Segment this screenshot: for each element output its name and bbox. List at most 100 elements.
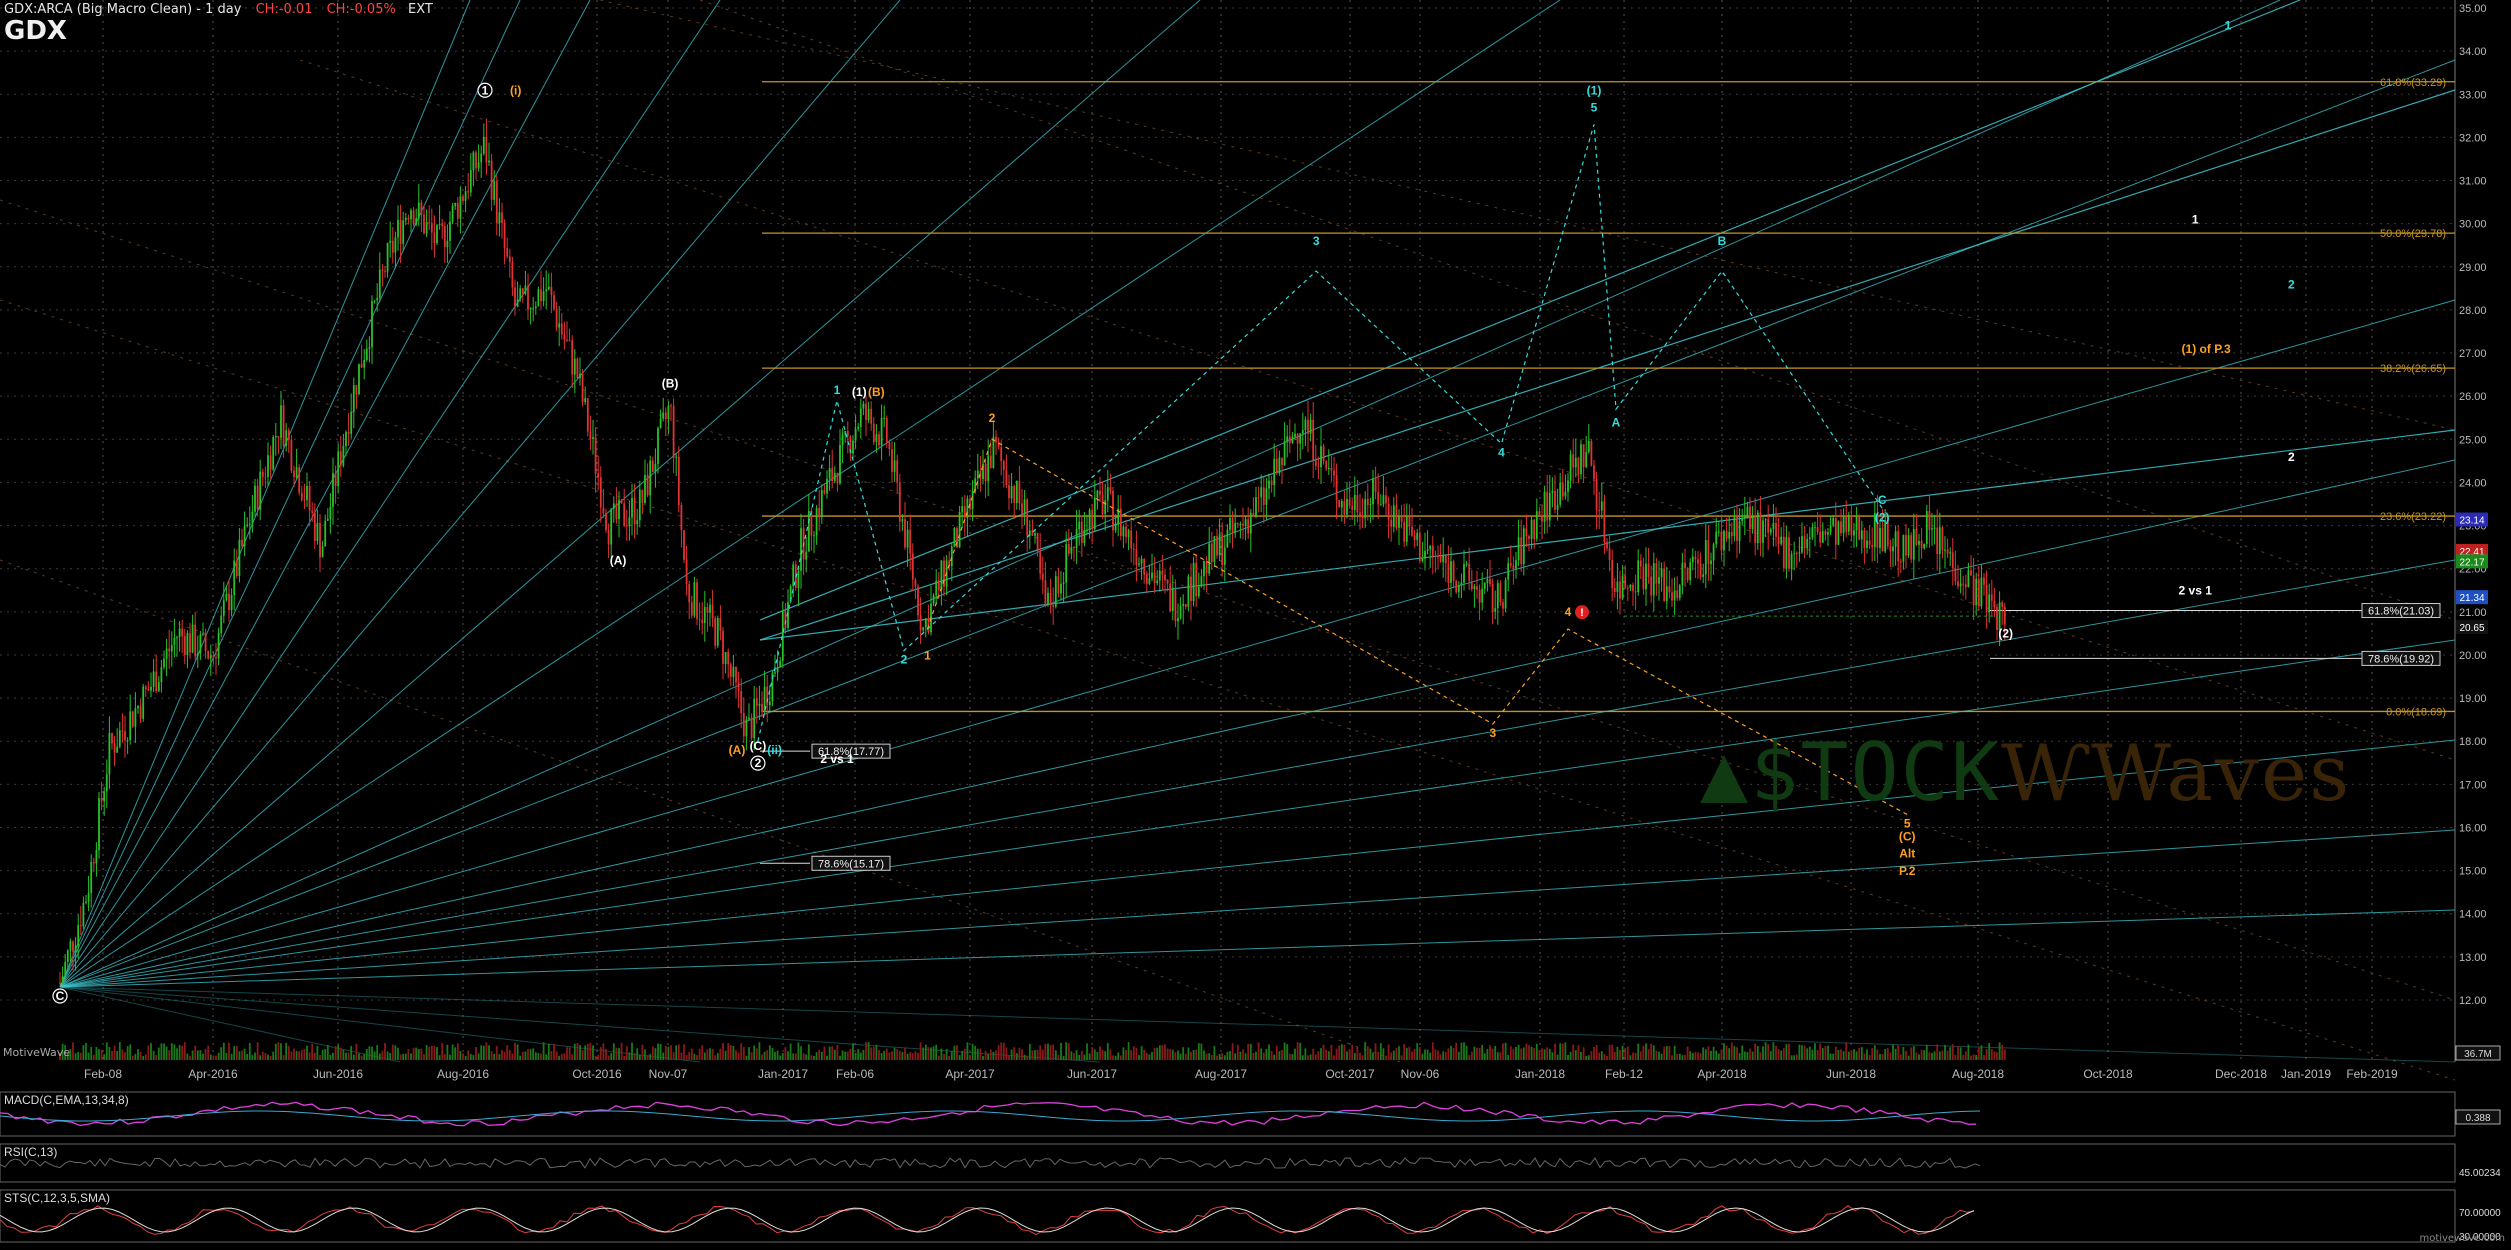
volume-bar [1741, 1045, 1744, 1060]
candle-body [1624, 576, 1627, 588]
volume-bar [1538, 1049, 1541, 1060]
candle-body [1543, 491, 1546, 522]
volume-bar [612, 1043, 615, 1060]
candle-body [1307, 419, 1309, 434]
candle-body [287, 430, 290, 440]
volume-bar [1985, 1049, 1988, 1060]
candle-body [298, 467, 301, 493]
candle-body [852, 440, 854, 454]
volume-bar [1543, 1049, 1546, 1060]
candle-body [501, 212, 503, 223]
volume-bar [1268, 1044, 1270, 1060]
candle-body [1439, 556, 1442, 563]
wave-label: (C) [750, 739, 767, 753]
y-tick-label: 28.00 [2459, 305, 2487, 317]
candle-body [1928, 511, 1931, 530]
volume-bar [1647, 1049, 1650, 1060]
volume-bar [259, 1055, 262, 1060]
price-chart[interactable]: Feb-08 Apr-2016 Jun-2016 Aug-2016 Oct-2016 No… [0, 0, 2511, 1246]
candle-body [1738, 521, 1741, 542]
candle-body [168, 648, 171, 652]
candle-body [865, 403, 867, 421]
chart-stage[interactable]: Feb-08 Apr-2016 Jun-2016 Aug-2016 Oct-2016 No… [0, 0, 2511, 1246]
volume-bar [1582, 1047, 1585, 1060]
volume-bar [207, 1045, 210, 1060]
volume-bar [1374, 1043, 1377, 1060]
volume-bar [755, 1048, 758, 1060]
volume-bar [997, 1045, 1000, 1060]
volume-bar [1145, 1052, 1148, 1060]
candle-body [1478, 589, 1481, 603]
volume-bar [350, 1045, 353, 1060]
candle-body [420, 202, 423, 215]
candle-body [1039, 551, 1042, 574]
candle-body [1483, 582, 1486, 589]
volume-bar [685, 1055, 688, 1060]
y-tick-label: 15.00 [2459, 866, 2487, 878]
candle-body [995, 436, 997, 443]
candle-body [1855, 515, 1858, 531]
candle-body [1530, 519, 1533, 539]
x-tick-label: Jun-2018 [1826, 1067, 1876, 1081]
candle-body [469, 170, 472, 193]
volume-bar [1912, 1046, 1915, 1060]
volume-bar [1008, 1055, 1010, 1060]
candle-body [1699, 563, 1702, 577]
candle-body [677, 456, 680, 506]
candle-body [898, 482, 901, 522]
volume-bar [1065, 1042, 1068, 1060]
candle-body [1047, 592, 1049, 605]
volume-bar [1962, 1054, 1965, 1060]
candle-body [1255, 497, 1257, 516]
candle-body [1148, 578, 1151, 584]
volume-bar [852, 1043, 854, 1060]
volume-bar [1039, 1045, 1042, 1060]
volume-bar [657, 1043, 659, 1060]
candle-body [1993, 600, 1996, 608]
volume-bar [724, 1050, 727, 1060]
candle-body [1863, 530, 1866, 548]
volume-bar [501, 1050, 503, 1060]
candle-body [433, 232, 436, 244]
volume-bar [1788, 1043, 1790, 1060]
volume-bar [711, 1048, 714, 1060]
wave-label: (A) [610, 553, 627, 567]
candle-body [932, 595, 935, 604]
candle-body [841, 434, 844, 446]
volume-bar [891, 1051, 893, 1060]
candle-body [1619, 581, 1621, 599]
x-tick-label: Oct-2018 [2083, 1067, 2133, 1081]
volume-bar [1769, 1051, 1772, 1060]
candle-body [1959, 583, 1962, 587]
volume-bar [1385, 1055, 1387, 1060]
candle-body [303, 499, 306, 501]
candle-body [922, 627, 925, 631]
volume-bar [300, 1050, 303, 1060]
volume-bar [1785, 1044, 1788, 1060]
volume-bar [2003, 1049, 2006, 1060]
candle-body [732, 666, 735, 677]
volume-bar [389, 1053, 392, 1060]
volume-bar [1161, 1045, 1164, 1060]
volume-bar [670, 1045, 672, 1060]
candle-body [202, 633, 204, 635]
candle-body [727, 652, 730, 665]
volume-bar [781, 1053, 784, 1060]
candle-body [1166, 579, 1169, 584]
volume-bar [1249, 1043, 1252, 1060]
volume-bar [742, 1047, 745, 1060]
x-tick-label: Aug-2016 [437, 1067, 489, 1081]
volume-bar [329, 1054, 332, 1060]
candle-body [1008, 485, 1010, 499]
candle-body [1312, 419, 1315, 461]
volume-bar [953, 1045, 956, 1060]
volume-bar [732, 1045, 735, 1060]
volume-bar [469, 1053, 472, 1060]
candle-body [1138, 563, 1140, 565]
volume-bar [144, 1054, 147, 1060]
volume-bar [1101, 1050, 1104, 1060]
volume-bar [493, 1053, 496, 1060]
volume-bar [1216, 1055, 1218, 1060]
candle-body [1327, 467, 1330, 469]
candle-body [441, 224, 444, 227]
